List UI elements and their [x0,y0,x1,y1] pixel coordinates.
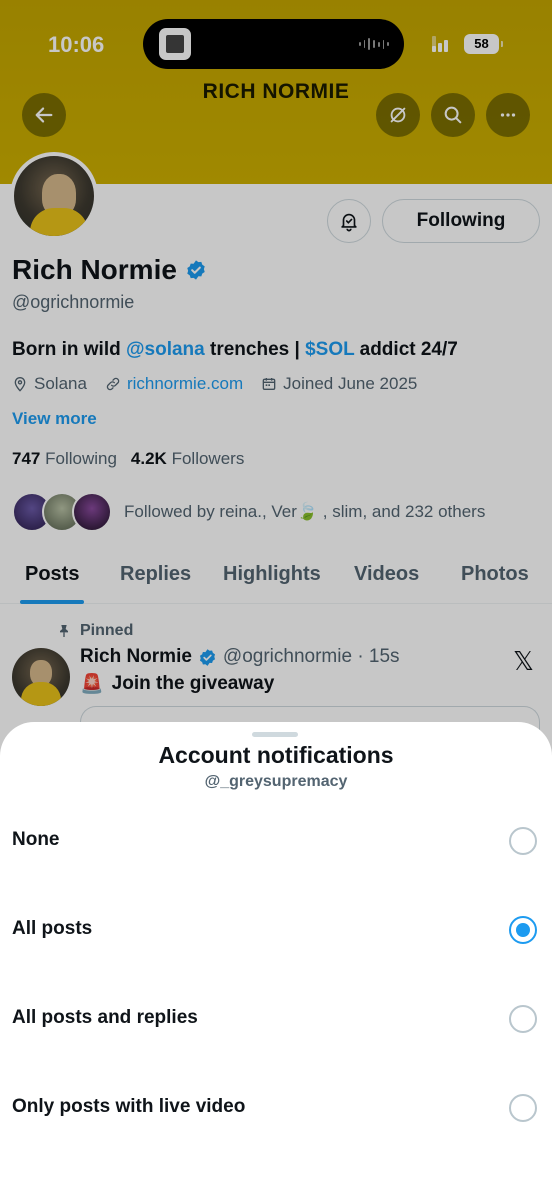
option-label: All posts and replies [12,1007,198,1028]
sheet-title: Account notifications [158,742,394,768]
sheet-subtitle: @_greysupremacy [204,773,348,790]
option-all-posts[interactable]: All posts [0,900,552,960]
sheet-grabber[interactable] [252,732,298,737]
account-notifications-sheet: Account notifications @_greysupremacy No… [0,722,552,1200]
option-all-posts-and-replies[interactable]: All posts and replies [0,989,552,1049]
radio-button[interactable] [509,827,537,855]
option-label: None [12,829,60,850]
option-none[interactable]: None [0,811,552,871]
option-label: All posts [12,918,93,939]
option-label: Only posts with live video [12,1096,246,1117]
option-live-video[interactable]: Only posts with live video [0,1078,552,1138]
radio-button[interactable] [509,1094,537,1122]
radio-button-selected[interactable] [509,916,537,944]
radio-button[interactable] [509,1005,537,1033]
